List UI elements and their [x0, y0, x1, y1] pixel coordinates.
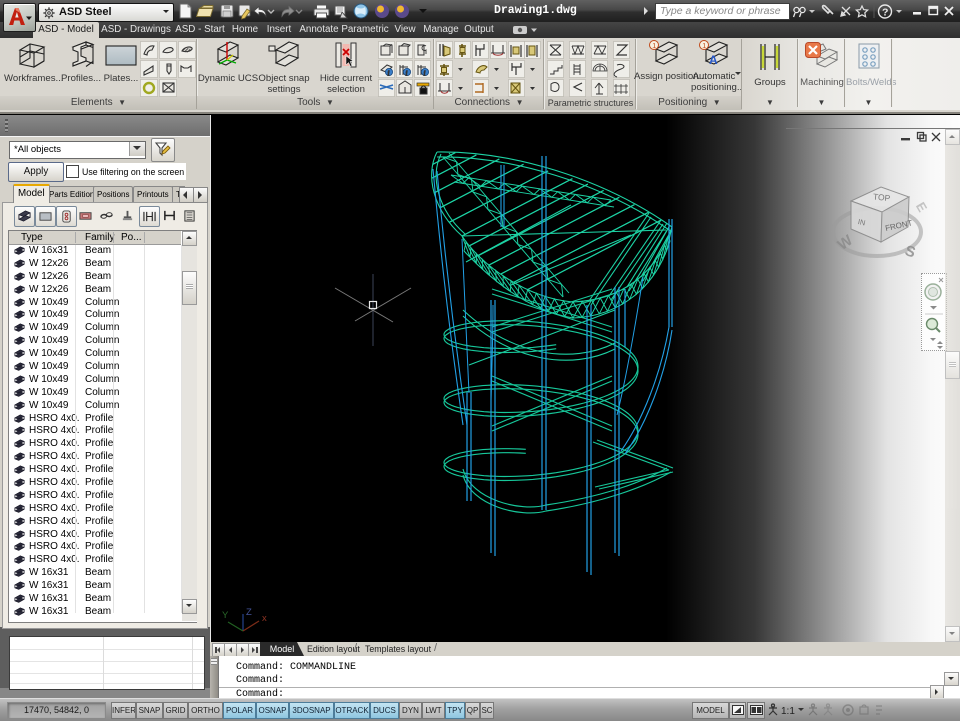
svg-text:i: i	[424, 70, 426, 78]
svg-text:Y: Y	[222, 610, 229, 621]
svg-text:TOP: TOP	[873, 191, 892, 203]
svg-text:1: 1	[652, 43, 656, 50]
svg-text:i: i	[388, 70, 390, 78]
svg-text:i: i	[406, 70, 408, 78]
svg-text:E: E	[913, 200, 930, 215]
svg-text:x: x	[262, 613, 267, 624]
svg-text:1: 1	[702, 43, 706, 50]
svg-text:1:1: 1:1	[781, 706, 795, 717]
svg-text:A: A	[709, 53, 718, 67]
svg-text:?: ?	[882, 7, 888, 19]
svg-text:S: S	[903, 242, 918, 261]
svg-text:Z: Z	[246, 607, 252, 618]
